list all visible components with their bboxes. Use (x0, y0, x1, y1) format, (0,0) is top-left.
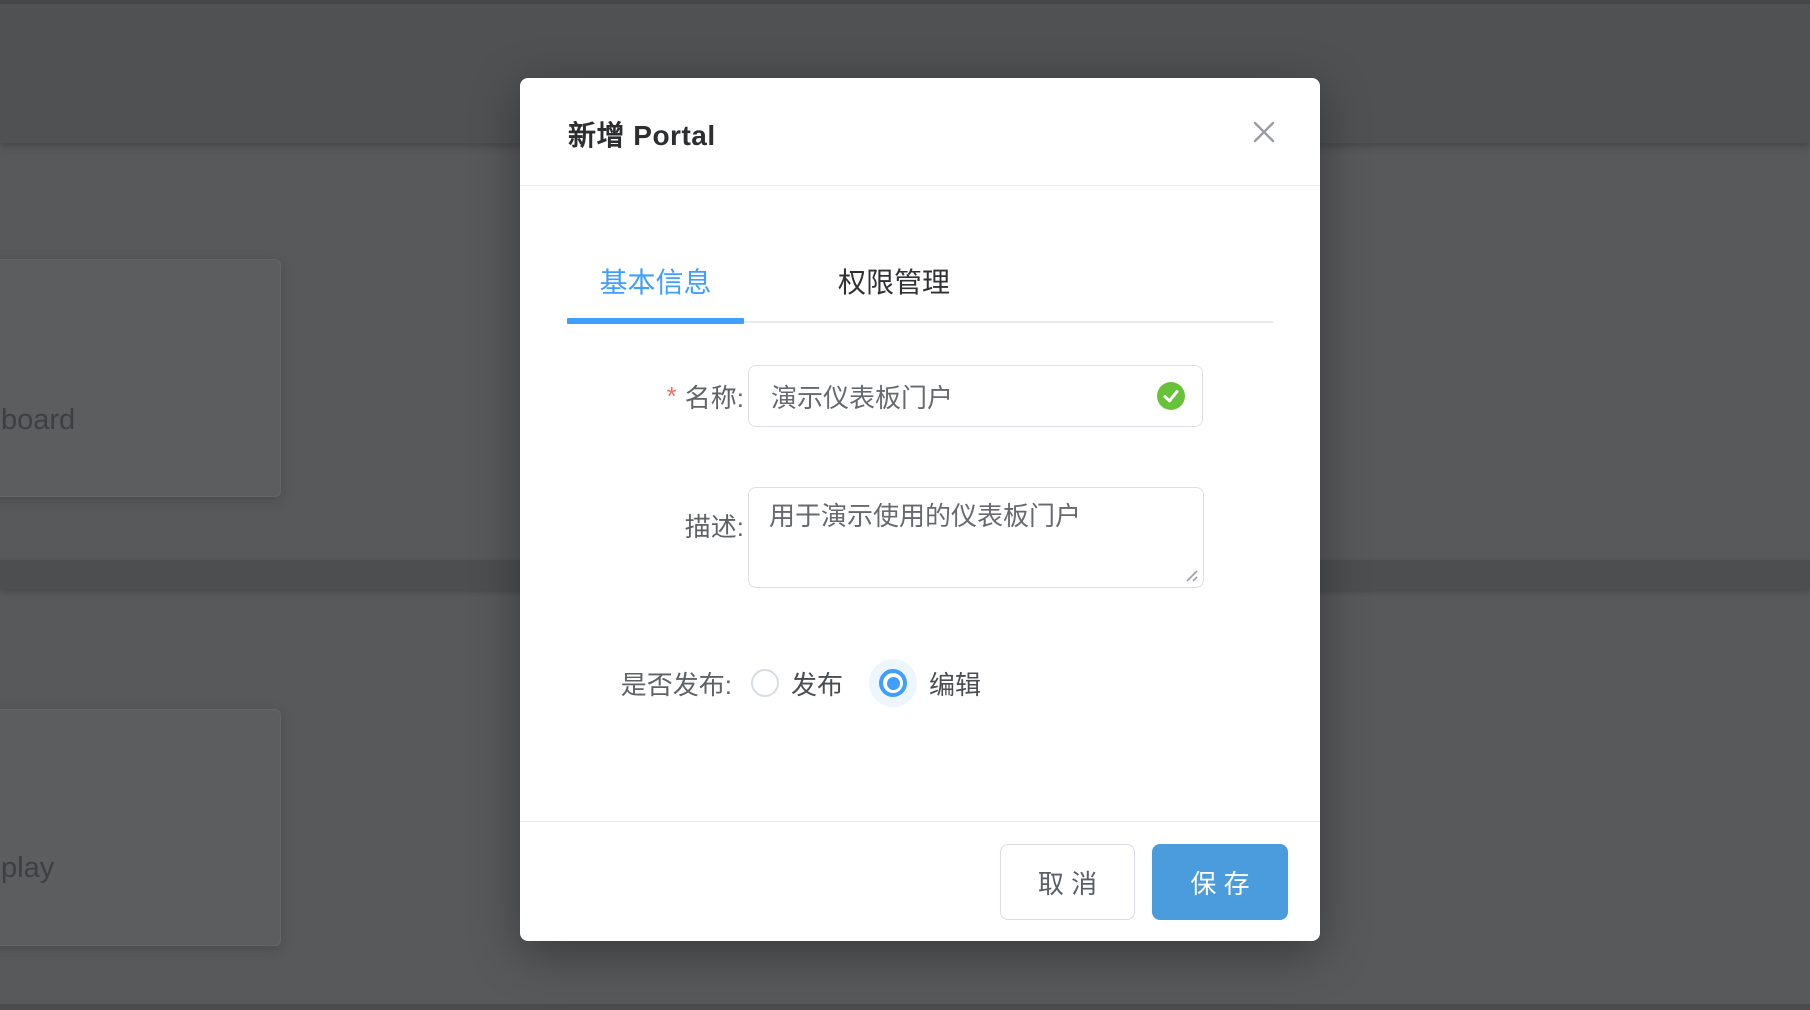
radio-edit-selected[interactable] (879, 669, 907, 697)
publish-radio-group: 发布 编辑 (751, 652, 981, 714)
dialog-title: 新增 Portal (568, 114, 716, 154)
name-input[interactable] (748, 365, 1203, 427)
name-label-text: 名称: (685, 378, 744, 415)
radio-edit-dot (887, 677, 900, 690)
close-icon (1250, 118, 1278, 146)
publish-label-text: 是否发布: (621, 665, 732, 702)
publish-field-label: 是否发布: (520, 652, 732, 714)
name-field-label: * 名称: (528, 365, 744, 427)
required-asterisk: * (667, 381, 677, 412)
active-tab-indicator (567, 318, 744, 324)
description-field-label: 描述: (528, 487, 744, 563)
tab-basic-info[interactable]: 基本信息 (567, 261, 744, 301)
textarea-resize-handle[interactable] (1183, 567, 1199, 583)
description-label-text: 描述: (685, 507, 744, 544)
radio-edit-label[interactable]: 编辑 (929, 665, 981, 702)
radio-publish-label[interactable]: 发布 (791, 665, 843, 702)
save-button[interactable]: 保 存 (1152, 844, 1288, 920)
dialog-tabs: 基本信息 权限管理 (567, 238, 1273, 323)
dialog-header: 新增 Portal (520, 78, 1320, 186)
radio-edit-halo (869, 659, 917, 707)
dialog-footer: 取 消 保 存 (520, 821, 1320, 941)
close-button[interactable] (1246, 114, 1282, 150)
add-portal-dialog: 新增 Portal 基本信息 权限管理 * 名称: (520, 78, 1320, 941)
radio-publish-unselected[interactable] (751, 669, 779, 697)
name-field (748, 365, 1203, 427)
tab-permission-management[interactable]: 权限管理 (838, 261, 950, 301)
cancel-button[interactable]: 取 消 (1000, 844, 1135, 920)
description-field: 用于演示使用的仪表板门户 (748, 487, 1204, 588)
description-textarea[interactable]: 用于演示使用的仪表板门户 (748, 487, 1204, 588)
check-icon (1157, 382, 1185, 410)
screen: board play 新增 Portal 基本信息 权限管理 * 名称: (0, 0, 1810, 1010)
validation-success-icon (1157, 382, 1185, 410)
